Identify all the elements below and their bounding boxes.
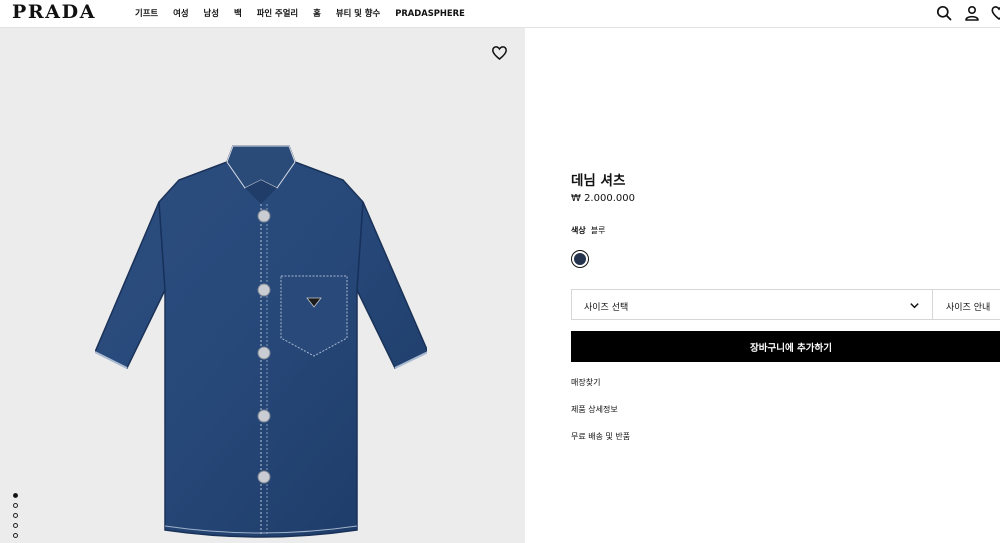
gallery-dot-5[interactable] (13, 533, 18, 538)
color-label: 색상 (571, 226, 586, 235)
store-locator-link[interactable]: 매장찾기 (571, 377, 600, 388)
color-info: 색상 블루 (571, 225, 605, 236)
product-gallery[interactable] (0, 28, 525, 543)
size-select-label: 사이즈 선택 (584, 303, 629, 313)
gallery-pagination (13, 493, 18, 538)
product-info-panel: 데님 셔츠 ₩ 2.000.000 색상 블루 사이즈 선택 사이즈 안내 장바구… (525, 28, 1000, 543)
nav-item-women[interactable]: 여성 (173, 8, 188, 18)
gallery-dot-1[interactable] (13, 493, 18, 498)
heart-icon[interactable] (991, 5, 1000, 21)
size-select-dropdown[interactable]: 사이즈 선택 (571, 289, 933, 320)
nav-item-home[interactable]: 홈 (313, 8, 321, 18)
main-nav: 기프트 여성 남성 백 파인 주얼리 홈 뷰티 및 향수 PRADASPHERE (135, 8, 480, 18)
product-details-link[interactable]: 제품 상세정보 (571, 404, 618, 415)
product-price: ₩ 2.000.000 (571, 193, 635, 204)
gallery-dot-2[interactable] (13, 503, 18, 508)
free-shipping-returns-link[interactable]: 무료 배송 및 반품 (571, 431, 630, 442)
nav-item-fine-jewelry[interactable]: 파인 주얼리 (257, 8, 298, 18)
gallery-dot-4[interactable] (13, 523, 18, 528)
nav-item-men[interactable]: 남성 (204, 8, 219, 18)
prada-logo[interactable]: PRADA (12, 1, 96, 23)
search-icon[interactable] (936, 5, 952, 21)
site-header: PRADA 기프트 여성 남성 백 파인 주얼리 홈 뷰티 및 향수 PRADA… (0, 0, 1000, 28)
add-to-cart-button[interactable]: 장바구니에 추가하기 (571, 331, 1000, 362)
nav-item-pradasphere[interactable]: PRADASPHERE (395, 8, 465, 18)
gallery-dot-3[interactable] (13, 513, 18, 518)
color-swatch-blue[interactable] (571, 250, 589, 268)
color-value: 블루 (590, 226, 606, 235)
nav-item-gift[interactable]: 기프트 (135, 8, 158, 18)
user-icon[interactable] (964, 5, 980, 21)
nav-item-bags[interactable]: 백 (234, 8, 242, 18)
heart-icon[interactable] (491, 45, 508, 61)
nav-item-beauty[interactable]: 뷰티 및 향수 (336, 8, 380, 18)
product-title: 데님 셔츠 (571, 173, 626, 189)
size-guide-button[interactable]: 사이즈 안내 (933, 289, 1000, 320)
denim-shirt-image (95, 145, 427, 538)
chevron-down-icon (910, 303, 919, 309)
size-guide-label: 사이즈 안내 (946, 303, 991, 313)
